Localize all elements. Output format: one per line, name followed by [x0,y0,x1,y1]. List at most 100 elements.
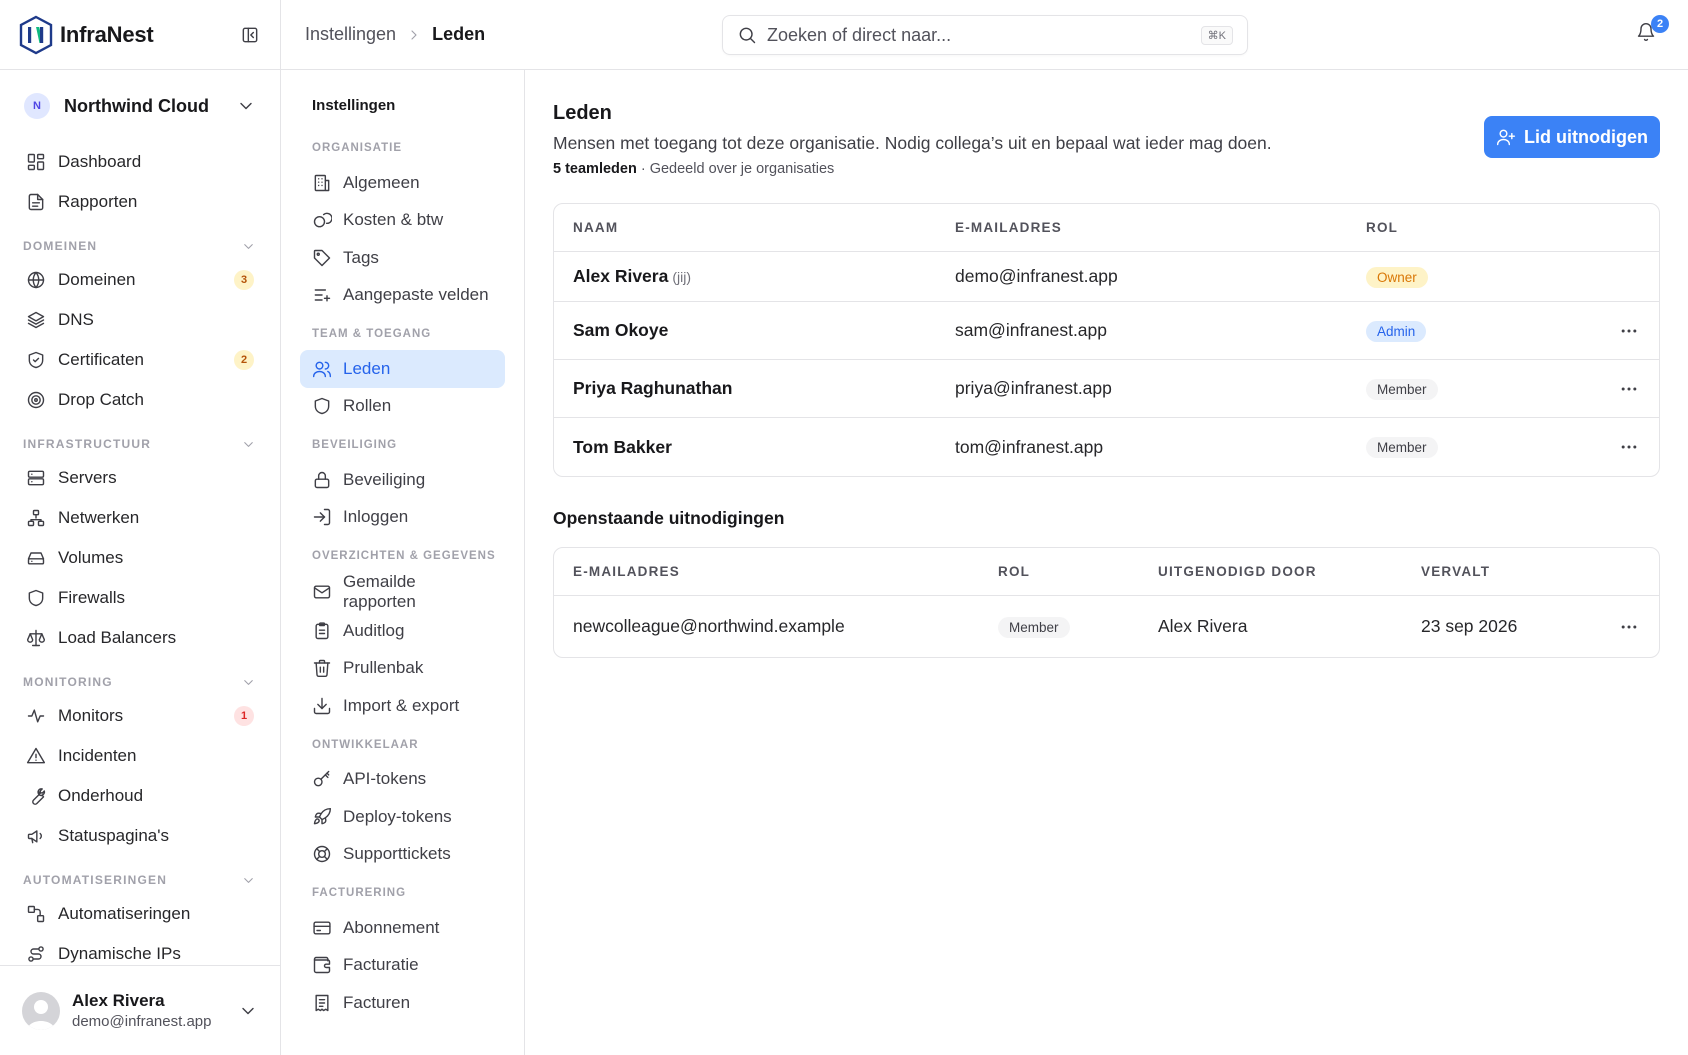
sidebar-item-monitors[interactable]: Monitors 1 [0,696,280,736]
sidebar-item-volumes[interactable]: Volumes [0,538,280,578]
settings-item-auditlog[interactable]: Auditlog [300,612,505,650]
invite-expires: 23 sep 2026 [1421,616,1518,636]
member-role-cell: Admin [1347,320,1599,342]
more-horizontal-icon[interactable] [1619,617,1639,637]
settings-item-leden[interactable]: Leden [300,350,505,388]
meta-suffix: · Gedeeld over je organisaties [636,161,835,177]
server-icon [26,468,46,488]
settings-item-api-tokens[interactable]: API-tokens [300,761,505,799]
sidebar-section-automatiseringen[interactable]: AUTOMATISERINGEN [0,856,280,894]
more-horizontal-icon[interactable] [1619,321,1639,341]
settings-section-facturering: FACTURERING [312,887,407,899]
sidebar-item-netwerken[interactable]: Netwerken [0,498,280,538]
column-header-email[interactable]: E-MAILADRES [554,564,979,579]
search-input[interactable]: Zoeken of direct naar... ⌘K [722,15,1248,55]
building-icon [312,173,332,193]
members-table-header: NAAM E-MAILADRES ROL [554,204,1659,252]
sidebar-item-label: Certificaten [58,350,144,369]
column-header-name[interactable]: NAAM [554,220,936,235]
column-header-role[interactable]: ROL [979,564,1139,579]
sidebar-item-label: Dynamische IPs [58,944,181,963]
user-name: Alex Rivera [72,991,165,1010]
settings-item-label: Auditlog [343,620,405,640]
settings-item-abonnement[interactable]: Abonnement [300,909,505,947]
breadcrumb-settings[interactable]: Instellingen [305,24,396,45]
key-icon [312,769,332,789]
sidebar-item-firewalls[interactable]: Firewalls [0,578,280,618]
settings-item-gemailde-rapporten[interactable]: Gemailde rapporten [300,572,505,612]
sidebar-item-drop-catch[interactable]: Drop Catch [0,380,280,420]
settings-item-kosten-and-btw[interactable]: Kosten & btw [300,202,505,240]
settings-item-deploy-tokens[interactable]: Deploy-tokens [300,798,505,836]
settings-item-prullenbak[interactable]: Prullenbak [300,650,505,688]
settings-item-label: Rollen [343,396,392,416]
user-menu[interactable]: Alex Rivera demo@infranest.app [0,965,280,1055]
sidebar-section-monitoring[interactable]: MONITORING [0,658,280,696]
column-header-invited-by[interactable]: UITGENODIGD DOOR [1139,564,1402,579]
user-email: demo@infranest.app [72,1013,212,1030]
sidebar-section-title: MONITORING [23,675,113,689]
member-count: 5 teamleden [553,161,637,177]
settings-item-beveiliging[interactable]: Beveiliging [300,461,505,499]
sidebar-item-label: Automatiseringen [58,904,191,923]
column-header-email[interactable]: E-MAILADRES [936,220,1347,235]
sidebar-item-dns[interactable]: DNS [0,300,280,340]
invited-by: Alex Rivera [1158,616,1248,636]
settings-section-overzichten-and-gegevens: OVERZICHTEN & GEGEVENS [312,550,496,562]
settings-item-facturen[interactable]: Facturen [300,984,505,1022]
sidebar-section-domeinen[interactable]: DOMEINEN [0,222,280,260]
sidebar-item-label: Incidenten [58,746,137,765]
settings-item-rollen[interactable]: Rollen [300,388,505,426]
sidebar-item-automatiseringen[interactable]: Automatiseringen [0,894,280,934]
settings-item-tags[interactable]: Tags [300,239,505,277]
sidebar-item-statuspagina-s[interactable]: Statuspagina's [0,816,280,856]
table-row: Priya Raghunathan priya@infranest.app Memb… [554,360,1659,418]
row-actions[interactable] [1599,379,1659,399]
settings-item-algemeen[interactable]: Algemeen [300,164,505,202]
more-horizontal-icon[interactable] [1619,379,1639,399]
sidebar-item-domeinen[interactable]: Domeinen 3 [0,260,280,300]
column-header-expires[interactable]: VERVALT [1402,564,1659,579]
infranest-logo-icon[interactable] [18,15,54,55]
sidebar-item-rapporten[interactable]: Rapporten [0,182,280,222]
settings-item-label: Deploy-tokens [343,806,452,826]
search-icon [737,25,757,45]
settings-section-organisatie: ORGANISATIE [312,142,403,154]
report-icon [26,192,46,212]
sidebar-item-dashboard[interactable]: Dashboard [0,142,280,182]
row-actions[interactable] [1599,617,1659,637]
settings-item-inloggen[interactable]: Inloggen [300,499,505,537]
count-badge: 3 [234,270,254,290]
sidebar-item-label: Monitors [58,706,124,725]
dashboard-icon [26,152,46,172]
sidebar-collapse-icon[interactable] [238,23,262,47]
settings-item-facturatie[interactable]: Facturatie [300,947,505,985]
member-name: Sam Okoye [573,320,669,340]
sidebar-item-incidenten[interactable]: Incidenten [0,736,280,776]
settings-item-label: Gemailde rapporten [343,572,416,611]
role-badge: Member [998,616,1070,638]
sidebar-item-onderhoud[interactable]: Onderhoud [0,776,280,816]
sidebar-item-label: Onderhoud [58,786,144,805]
sidebar-item-servers[interactable]: Servers [0,458,280,498]
network-icon [26,508,46,528]
column-header-role[interactable]: ROL [1347,220,1659,235]
row-actions[interactable] [1599,437,1659,457]
org-switcher[interactable]: N Northwind Cloud [0,70,280,142]
settings-item-aangepaste-velden[interactable]: Aangepaste velden [300,277,505,315]
sidebar-item-load-balancers[interactable]: Load Balancers [0,618,280,658]
sidebar-section-infrastructuur[interactable]: INFRASTRUCTUUR [0,420,280,458]
sidebar-item-certificaten[interactable]: Certificaten 2 [0,340,280,380]
more-horizontal-icon[interactable] [1619,437,1639,457]
table-row: Sam Okoye sam@infranest.app Admin [554,302,1659,360]
settings-item-supporttickets[interactable]: Supporttickets [300,836,505,874]
invite-role-cell: Member [979,616,1139,638]
row-actions[interactable] [1599,321,1659,341]
sidebar-item-label: Volumes [58,548,124,567]
notifications-button[interactable]: 2 [1636,15,1669,46]
member-email: priya@infranest.app [955,378,1112,398]
page-meta: 5 teamleden · Gedeeld over je organisati… [553,161,1660,177]
invite-member-button[interactable]: Lid uitnodigen [1484,116,1660,158]
sidebar-item-label: Rapporten [58,192,138,211]
settings-item-import-and-export[interactable]: Import & export [300,687,505,725]
